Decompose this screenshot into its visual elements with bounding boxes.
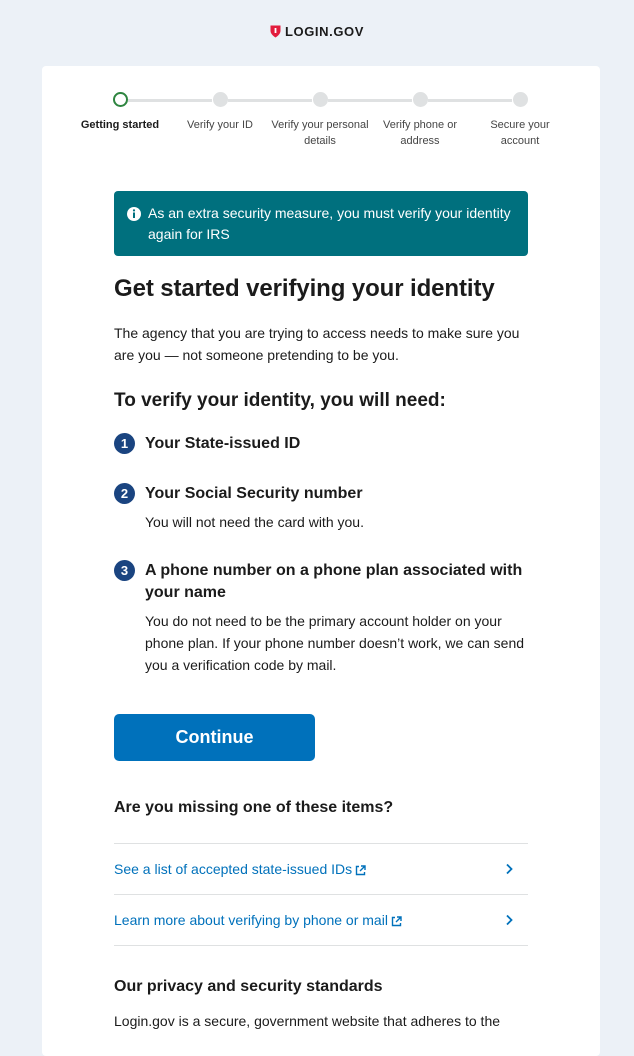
requirement-title: A phone number on a phone plan associate… — [145, 562, 523, 601]
missing-items-heading: Are you missing one of these items? — [114, 799, 394, 816]
step-number-badge: 1 — [114, 433, 135, 454]
link-label[interactable]: See a list of accepted state-issued IDs — [114, 861, 352, 877]
requirement-description: You will not need the card with you. — [145, 514, 364, 530]
page-title: Get started verifying your identity — [114, 275, 495, 302]
link-verify-phone-mail[interactable]: Learn more about verifying by phone or m… — [114, 895, 528, 946]
requirements-list: 1 Your State-issued ID 2 Your Social Sec… — [114, 433, 528, 676]
step-label: Getting started — [80, 119, 160, 131]
step-verify-phone-or-address: Verify phone or address — [370, 92, 470, 149]
link-label[interactable]: Learn more about verifying by phone or m… — [114, 912, 388, 928]
main-content: As an extra security measure, you must v… — [114, 191, 528, 1032]
requirement-item: 3 A phone number on a phone plan associa… — [114, 560, 528, 676]
help-links-list: See a list of accepted state-issued IDs … — [114, 843, 528, 946]
link-accepted-ids[interactable]: See a list of accepted state-issued IDs — [114, 844, 528, 895]
external-link-icon — [391, 915, 402, 926]
step-dot — [412, 92, 428, 107]
step-label: Verify your personal details — [271, 119, 369, 147]
step-dot — [512, 92, 528, 107]
step-getting-started: Getting started — [70, 92, 170, 133]
requirement-description: You do not need to be the primary accoun… — [145, 613, 525, 673]
info-alert: As an extra security measure, you must v… — [114, 191, 528, 256]
login-gov-logo[interactable]: LOGIN.GOV — [270, 24, 364, 39]
step-indicator: Getting started Verify your ID Verify yo… — [42, 92, 600, 152]
brand-name: LOGIN.GOV — [284, 23, 365, 39]
link-text-wrapper[interactable]: See a list of accepted state-issued IDs — [114, 861, 366, 877]
site-header: LOGIN.GOV — [0, 0, 634, 66]
step-number-badge: 2 — [114, 483, 135, 504]
requirement-item: 2 Your Social Security number You will n… — [114, 483, 528, 533]
step-current-dot — [112, 92, 128, 107]
info-icon — [127, 207, 141, 221]
continue-button[interactable]: Continue — [114, 714, 315, 761]
step-secure-account: Secure your account — [470, 92, 570, 149]
step-number-badge: 3 — [114, 560, 135, 581]
intro-text: The agency that you are trying to access… — [114, 325, 520, 363]
step-label: Verify phone or address — [383, 119, 457, 147]
privacy-heading: Our privacy and security standards — [114, 978, 383, 995]
requirement-title: Your Social Security number — [145, 485, 363, 502]
requirement-title: Your State-issued ID — [145, 435, 301, 452]
step-dot — [212, 92, 228, 107]
main-card: Getting started Verify your ID Verify yo… — [42, 66, 600, 1056]
step-verify-personal-details: Verify your personal details — [270, 92, 370, 149]
requirement-item: 1 Your State-issued ID — [114, 433, 528, 455]
step-verify-id: Verify your ID — [170, 92, 270, 133]
step-dot — [312, 92, 328, 107]
privacy-text: Login.gov is a secure, government websit… — [114, 1013, 501, 1029]
requirements-heading: To verify your identity, you will need: — [114, 390, 446, 411]
external-link-icon — [355, 864, 366, 875]
chevron-right-icon — [506, 863, 513, 875]
chevron-right-icon — [506, 914, 513, 926]
shield-icon — [270, 25, 281, 37]
link-text-wrapper[interactable]: Learn more about verifying by phone or m… — [114, 912, 402, 928]
alert-text: As an extra security measure, you must v… — [148, 205, 511, 242]
step-label: Verify your ID — [186, 119, 254, 131]
step-label: Secure your account — [490, 119, 550, 147]
